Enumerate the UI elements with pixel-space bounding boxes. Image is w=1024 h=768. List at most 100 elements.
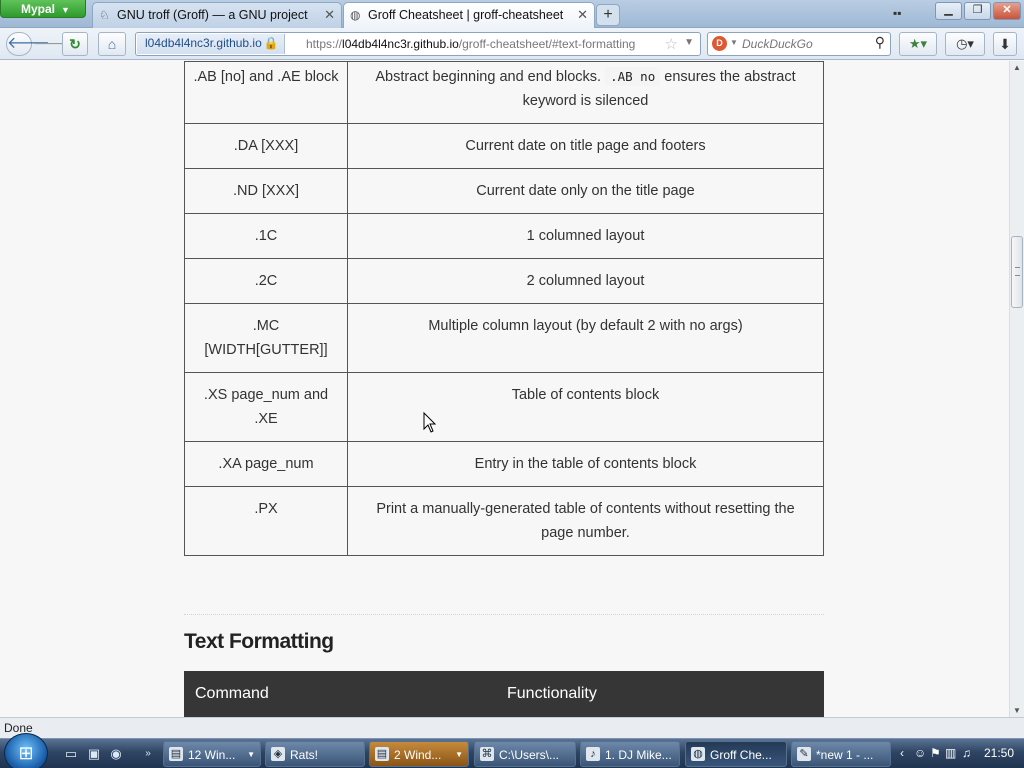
taskbar-item-label: *new 1 - ...: [816, 748, 874, 762]
list-all-tabs-icon[interactable]: ▪▪: [893, 6, 902, 20]
close-tab-icon[interactable]: ✕: [577, 7, 588, 23]
site-identity-button[interactable]: l04db4l4nc3r.github.io 🔒: [137, 34, 285, 54]
more-quicklaunch-icon[interactable]: »: [139, 745, 157, 763]
folder-icon: ▤: [375, 747, 389, 761]
description-text: Abstract beginning and end blocks.: [375, 69, 602, 85]
page-content: .AB [no] and .AE block Abstract beginnin…: [0, 61, 1009, 717]
action-center-icon[interactable]: ⚑: [930, 746, 941, 760]
forward-button[interactable]: 🡒: [33, 32, 71, 56]
explorer-icon[interactable]: ▣: [85, 745, 103, 763]
url-text[interactable]: https://l04db4l4nc3r.github.io/groff-che…: [306, 37, 635, 51]
taskbar-item-console[interactable]: ⌘ C:\Users\...: [474, 741, 576, 767]
text-formatting-table-header: Command Functionality: [184, 671, 824, 717]
bookmarks-menu-button[interactable]: ★▾: [899, 32, 937, 56]
taskbar-item-label: Groff Che...: [710, 748, 772, 762]
chevron-down-icon: ▼: [61, 5, 70, 15]
folder-icon: ▤: [169, 747, 183, 761]
table-row: .AB [no] and .AE block Abstract beginnin…: [184, 61, 824, 124]
status-bar: Done: [0, 717, 1024, 738]
search-bar[interactable]: D ▼ ⚲: [707, 32, 891, 56]
scrollbar-thumb[interactable]: [1011, 236, 1023, 308]
search-icon[interactable]: ⚲: [875, 34, 885, 51]
url-path: /groff-cheatsheet/#text-formatting: [458, 37, 636, 51]
taskbar-item-rats[interactable]: ◈ Rats!: [265, 741, 365, 767]
url-prefix: https://: [306, 37, 343, 51]
column-header-command: Command: [195, 685, 269, 702]
table-row: .MC [WIDTH[GUTTER]] Multiple column layo…: [184, 303, 824, 373]
network-icon[interactable]: ▥: [945, 746, 956, 760]
command-cell: .DA [XXX]: [184, 123, 348, 169]
start-button[interactable]: ⊞: [4, 733, 48, 768]
tab-groff-cheatsheet[interactable]: ◍ Groff Cheatsheet | groff-cheatsheet ✕: [343, 2, 595, 29]
command-cell: .1C: [184, 213, 348, 259]
close-window-button[interactable]: ✕: [993, 2, 1021, 20]
downloads-button[interactable]: ⬇: [993, 32, 1017, 56]
taskbar-item-windows[interactable]: ▤ 2 Wind... ▼: [369, 741, 469, 767]
tab-strip: Mypal ▼ ♘ GNU troff (Groff) — a GNU proje…: [0, 0, 1024, 29]
taskbar-item-media-player[interactable]: ♪ 1. DJ Mike...: [580, 741, 680, 767]
identity-host: l04db4l4nc3r.github.io: [145, 36, 262, 50]
command-cell: .MC [WIDTH[GUTTER]]: [184, 303, 348, 373]
lock-icon: 🔒: [263, 36, 279, 50]
column-header-functionality: Functionality: [507, 685, 597, 702]
chevron-down-icon: ▼: [455, 750, 463, 759]
table-row: .1C 1 columned layout: [184, 213, 824, 259]
taskbar-item-notepad[interactable]: ✎ *new 1 - ...: [791, 741, 891, 767]
tab-title: GNU troff (Groff) — a GNU project: [117, 8, 308, 22]
back-button[interactable]: 🡐: [6, 32, 50, 56]
command-cell: .ND [XXX]: [184, 168, 348, 214]
close-tab-icon[interactable]: ✕: [324, 7, 335, 23]
clock[interactable]: 21:50: [984, 746, 1014, 760]
app-menu-button[interactable]: Mypal ▼: [0, 0, 86, 18]
media-icon: ♪: [586, 747, 600, 761]
table-row: .XA page_num Entry in the table of conte…: [184, 441, 824, 487]
browser-icon: ◍: [691, 747, 705, 761]
minimize-window-button[interactable]: ▁: [935, 2, 962, 20]
taskbar-item-browser[interactable]: ◍ Groff Che...: [685, 741, 787, 767]
table-row: .PX Print a manually-generated table of …: [184, 486, 824, 556]
home-button[interactable]: ⌂: [98, 32, 126, 56]
description-cell: 1 columned layout: [347, 213, 824, 259]
description-cell: Multiple column layout (by default 2 wit…: [347, 303, 824, 373]
command-cell: .XS page_num and .XE: [184, 372, 348, 442]
vertical-scrollbar[interactable]: ▲ ▼: [1009, 61, 1024, 717]
command-cell: .2C: [184, 258, 348, 304]
firefox-icon[interactable]: ◉: [107, 745, 125, 763]
show-desktop-icon[interactable]: ▭: [62, 745, 80, 763]
tab-gnu-troff[interactable]: ♘ GNU troff (Groff) — a GNU project ✕: [92, 2, 342, 28]
url-history-dropdown-icon[interactable]: ▼: [684, 37, 694, 48]
search-input[interactable]: [742, 34, 870, 54]
maximize-window-button[interactable]: ❐: [964, 2, 991, 20]
system-tray: ‹ ☺ ⚑ ▥ ♫ 21:50: [900, 739, 1024, 768]
url-bar[interactable]: l04db4l4nc3r.github.io 🔒 https://l04db4l…: [135, 32, 701, 56]
tray-expand-icon[interactable]: ‹: [900, 746, 904, 760]
users-icon[interactable]: ☺: [914, 746, 926, 760]
section-heading: Text Formatting: [184, 630, 334, 653]
description-cell: Entry in the table of contents block: [347, 441, 824, 487]
command-cell: .PX: [184, 486, 348, 556]
tab-title: Groff Cheatsheet | groff-cheatsheet: [368, 8, 564, 22]
duckduckgo-icon[interactable]: D: [712, 36, 727, 51]
taskbar-item-folders[interactable]: ▤ 12 Win... ▼: [163, 741, 261, 767]
mouse-cursor-icon: [423, 412, 437, 433]
taskbar-item-label: Rats!: [290, 748, 319, 762]
history-button[interactable]: ◷▾: [945, 32, 985, 56]
scroll-down-arrow-icon[interactable]: ▼: [1013, 706, 1021, 715]
app-menu-label: Mypal: [21, 2, 56, 16]
new-tab-button[interactable]: +: [596, 4, 620, 26]
table-row: .XS page_num and .XE Table of contents b…: [184, 372, 824, 442]
command-cell: .XA page_num: [184, 441, 348, 487]
description-cell: Table of contents block: [347, 372, 824, 442]
taskbar-item-label: 2 Wind...: [394, 748, 442, 762]
taskbar-item-label: 12 Win...: [188, 748, 236, 762]
bookmark-star-icon[interactable]: ☆: [665, 35, 678, 53]
description-cell: Abstract beginning and end blocks. .AB n…: [347, 61, 824, 124]
volume-icon[interactable]: ♫: [962, 746, 971, 760]
windows-taskbar: ⊞ ▭ ▣ ◉ » ▤ 12 Win... ▼ ◈ Rats! ▤ 2 Wind…: [0, 733, 1024, 768]
console-icon: ⌘: [480, 747, 494, 761]
scroll-up-arrow-icon[interactable]: ▲: [1013, 63, 1021, 72]
table-row: .DA [XXX] Current date on title page and…: [184, 123, 824, 169]
reload-button[interactable]: ↻: [62, 32, 88, 56]
chevron-down-icon[interactable]: ▼: [730, 38, 738, 47]
table-row: .ND [XXX] Current date only on the title…: [184, 168, 824, 214]
